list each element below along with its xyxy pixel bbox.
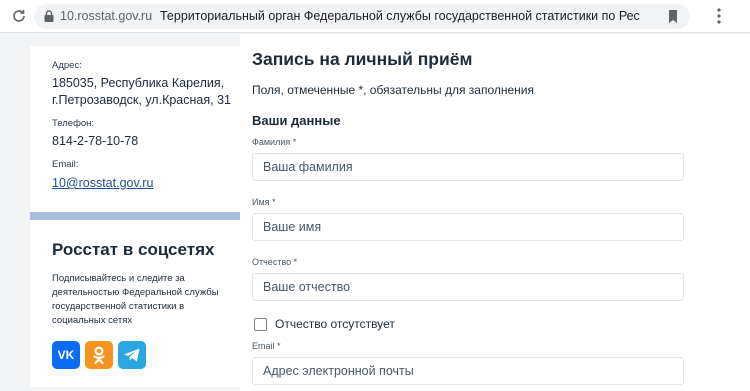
- surname-input[interactable]: [252, 153, 684, 181]
- bookmark-icon[interactable]: [666, 9, 680, 24]
- url-text[interactable]: 10.rosstat.gov.ru: [60, 9, 152, 23]
- address-value: 185035, Республика Карелия, г.Петрозавод…: [52, 75, 240, 109]
- odnoklassniki-icon[interactable]: [85, 341, 113, 369]
- browser-toolbar: 10.rosstat.gov.ru Территориальный орган …: [0, 0, 750, 33]
- site-info-icon[interactable]: [42, 9, 56, 23]
- social-card: Росстат в соцсетях Подписывайтесь и след…: [30, 212, 240, 387]
- address-label: Адрес:: [52, 60, 82, 71]
- telegram-icon[interactable]: [118, 341, 146, 369]
- reload-icon[interactable]: [10, 7, 28, 25]
- surname-label: Фамилия *: [252, 137, 297, 147]
- social-description: Подписывайтесь и следите за деятельность…: [52, 273, 219, 326]
- page-content: Адрес: 185035, Республика Карелия, г.Пет…: [0, 34, 750, 391]
- social-icons: VK: [52, 341, 240, 369]
- page-title-text: Территориальный орган Федеральной службы…: [160, 9, 640, 23]
- address-line-1: 185035, Республика Карелия,: [52, 76, 225, 90]
- social-title: Росстат в соцсетях: [52, 240, 215, 259]
- patronymic-input[interactable]: [252, 273, 684, 301]
- form-title: Запись на личный приём: [252, 49, 473, 69]
- email-label: Email:: [52, 159, 79, 170]
- vk-logo-text: VK: [57, 348, 75, 362]
- address-line-2: г.Петрозаводск, ул.Красная, 31: [52, 93, 231, 107]
- no-patronymic-label[interactable]: Отчество отсутствует: [275, 317, 395, 331]
- no-patronymic-row[interactable]: Отчество отсутствует: [254, 317, 750, 331]
- phone-label: Телефон:: [52, 118, 95, 129]
- email-link[interactable]: 10@rosstat.gov.ru: [52, 176, 153, 190]
- email-field-label: Email *: [252, 341, 281, 351]
- section-title: Ваши данные: [252, 113, 341, 128]
- required-note: Поля, отмеченные *, обязательны для запо…: [252, 83, 535, 97]
- no-patronymic-checkbox[interactable]: [254, 317, 267, 331]
- vk-icon[interactable]: VK: [52, 341, 80, 369]
- menu-icon[interactable]: [710, 7, 728, 25]
- name-label: Имя *: [252, 197, 276, 207]
- contacts-card: Адрес: 185035, Республика Карелия, г.Пет…: [30, 46, 240, 212]
- email-input[interactable]: [252, 357, 684, 385]
- appointment-form: Запись на личный приём Поля, отмеченные …: [240, 34, 750, 391]
- phone-value: 814-2-78-10-78: [52, 134, 139, 148]
- name-input[interactable]: [252, 213, 684, 241]
- address-bar[interactable]: 10.rosstat.gov.ru Территориальный орган …: [34, 4, 690, 29]
- patronymic-label: Отчество *: [252, 257, 298, 267]
